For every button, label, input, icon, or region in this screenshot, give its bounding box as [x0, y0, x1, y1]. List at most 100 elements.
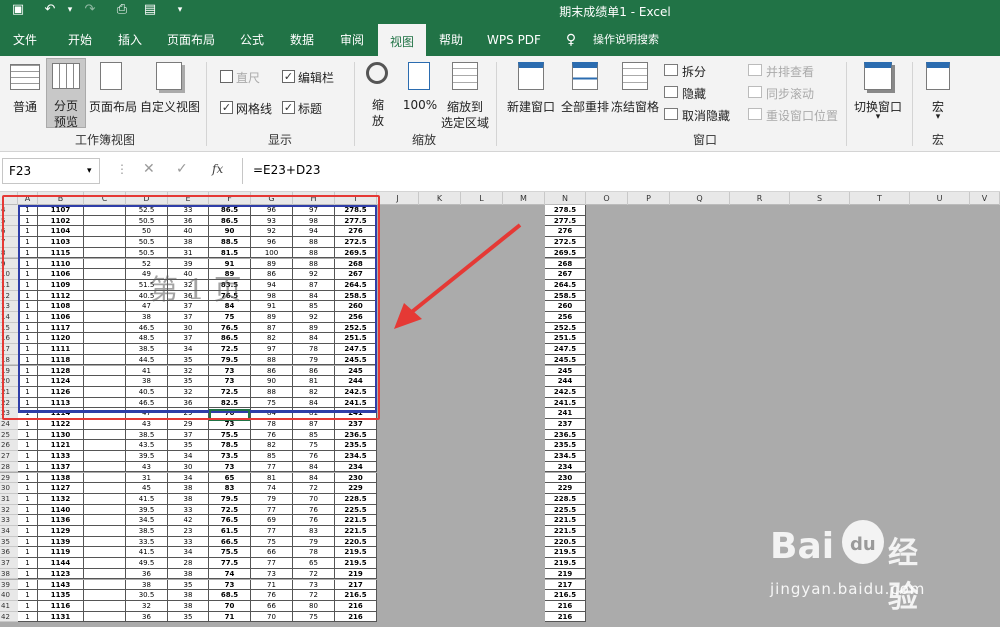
cell-N[interactable]: 278.5: [545, 205, 586, 216]
cell-I[interactable]: 258.5: [335, 290, 377, 302]
cell-A[interactable]: 1: [18, 590, 38, 601]
cell-B[interactable]: 1102: [38, 215, 84, 227]
cell-E[interactable]: 34: [168, 472, 209, 484]
row-header[interactable]: 10: [0, 269, 18, 280]
cell-I[interactable]: 268: [335, 258, 377, 270]
cell-E[interactable]: 42: [168, 515, 209, 526]
row-header[interactable]: 4: [0, 205, 18, 216]
cell-E[interactable]: 36: [168, 290, 209, 302]
tab-review[interactable]: 审阅: [328, 22, 376, 56]
row-header[interactable]: 21: [0, 386, 18, 398]
row-header[interactable]: 18: [0, 354, 18, 366]
column-header-U[interactable]: U: [910, 192, 970, 205]
column-header-B[interactable]: B: [38, 192, 84, 205]
row-header[interactable]: 42: [0, 611, 18, 623]
cell-D[interactable]: 52: [126, 258, 168, 270]
cell-F[interactable]: 76.5: [209, 290, 251, 302]
row-header[interactable]: 33: [0, 515, 18, 526]
cell-F[interactable]: 83.5: [209, 279, 251, 291]
cell-B[interactable]: 1124: [38, 376, 84, 387]
cell-B[interactable]: 1123: [38, 568, 84, 580]
cell-E[interactable]: 38: [168, 237, 209, 248]
cell-N[interactable]: 245.5: [545, 354, 586, 366]
cell-B[interactable]: 1116: [38, 600, 84, 612]
cell-G[interactable]: 77: [251, 461, 293, 473]
page-layout-button[interactable]: 页面布局: [88, 60, 138, 126]
cell-I[interactable]: 236.5: [335, 429, 377, 441]
row-header[interactable]: 25: [0, 429, 18, 441]
cell-C[interactable]: [84, 322, 126, 334]
row-header[interactable]: 35: [0, 536, 18, 548]
cell-C[interactable]: [84, 354, 126, 366]
cell-N[interactable]: 245: [545, 365, 586, 377]
tab-home[interactable]: 开始: [54, 22, 106, 56]
cell-N[interactable]: 247.5: [545, 344, 586, 355]
cell-B[interactable]: 1119: [38, 547, 84, 559]
cell-D[interactable]: 48.5: [126, 333, 168, 345]
cell-E[interactable]: 40: [168, 269, 209, 280]
row-header[interactable]: 22: [0, 397, 18, 409]
cell-C[interactable]: [84, 515, 126, 526]
cell-A[interactable]: 1: [18, 215, 38, 227]
cell-G[interactable]: 77: [251, 504, 293, 516]
custom-view-button[interactable]: 自定义视图: [140, 60, 200, 126]
cell-N[interactable]: 277.5: [545, 215, 586, 227]
cell-E[interactable]: 32: [168, 386, 209, 398]
cell-G[interactable]: 78: [251, 419, 293, 430]
cell-A[interactable]: 1: [18, 419, 38, 430]
cell-I[interactable]: 264.5: [335, 279, 377, 291]
cell-G[interactable]: 90: [251, 376, 293, 387]
cell-C[interactable]: [84, 376, 126, 387]
lightbulb-icon[interactable]: ♀: [560, 22, 582, 56]
cell-F[interactable]: 73.5: [209, 451, 251, 462]
hide-button[interactable]: 隐藏: [664, 85, 724, 101]
cell-G[interactable]: 79: [251, 493, 293, 505]
cell-F[interactable]: 70: [209, 600, 251, 612]
cell-N[interactable]: 216: [545, 611, 586, 623]
cell-D[interactable]: 40.5: [126, 290, 168, 302]
cell-D[interactable]: 40.5: [126, 386, 168, 398]
cell-F[interactable]: 73: [209, 376, 251, 387]
row-header[interactable]: 38: [0, 568, 18, 580]
cell-A[interactable]: 1: [18, 312, 38, 323]
cell-D[interactable]: 51.5: [126, 279, 168, 291]
cell-N[interactable]: 251.5: [545, 333, 586, 345]
cell-H[interactable]: 79: [293, 354, 335, 366]
cell-I[interactable]: 219: [335, 568, 377, 580]
cell-C[interactable]: [84, 504, 126, 516]
cell-N[interactable]: 221.5: [545, 526, 586, 537]
gridlines-checkbox[interactable]: ✓: [220, 101, 233, 114]
cell-G[interactable]: 74: [251, 483, 293, 494]
cell-I[interactable]: 278.5: [335, 205, 377, 216]
cell-N[interactable]: 220.5: [545, 536, 586, 548]
cell-E[interactable]: 33: [168, 205, 209, 216]
cell-C[interactable]: [84, 333, 126, 345]
cell-E[interactable]: 23: [168, 526, 209, 537]
row-header[interactable]: 9: [0, 258, 18, 270]
cell-A[interactable]: 1: [18, 611, 38, 623]
cell-B[interactable]: 1112: [38, 290, 84, 302]
cell-H[interactable]: 76: [293, 451, 335, 462]
cell-F[interactable]: 78.5: [209, 440, 251, 452]
cell-E[interactable]: 30: [168, 322, 209, 334]
cell-A[interactable]: 1: [18, 301, 38, 312]
cell-G[interactable]: 89: [251, 258, 293, 270]
cell-I[interactable]: 245: [335, 365, 377, 377]
cell-D[interactable]: 33.5: [126, 536, 168, 548]
cell-A[interactable]: 1: [18, 376, 38, 387]
cell-A[interactable]: 1: [18, 547, 38, 559]
cell-I[interactable]: 252.5: [335, 322, 377, 334]
cell-H[interactable]: 94: [293, 226, 335, 238]
select-all-corner[interactable]: [0, 192, 18, 205]
cell-G[interactable]: 96: [251, 237, 293, 248]
cell-H[interactable]: 98: [293, 215, 335, 227]
column-header-S[interactable]: S: [790, 192, 850, 205]
cell-E[interactable]: 32: [168, 365, 209, 377]
cell-A[interactable]: 1: [18, 429, 38, 441]
cell-G[interactable]: 76: [251, 429, 293, 441]
cell-E[interactable]: 31: [168, 247, 209, 259]
cell-I[interactable]: 221.5: [335, 526, 377, 537]
cell-F[interactable]: 81.5: [209, 247, 251, 259]
cell-F[interactable]: 83: [209, 483, 251, 494]
cell-I[interactable]: 276: [335, 226, 377, 238]
